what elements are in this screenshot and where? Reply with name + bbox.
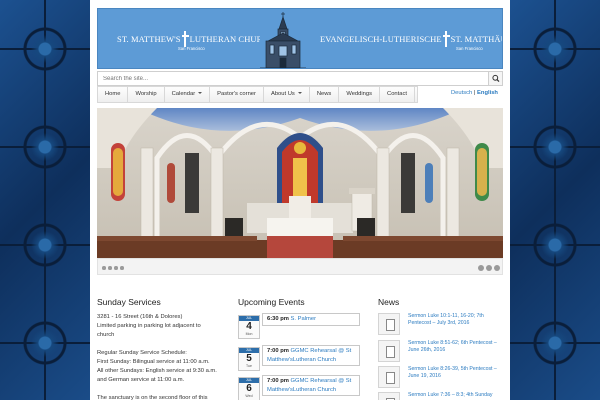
- slider-dot-1[interactable]: [102, 266, 106, 270]
- nav-item-label: Worship: [135, 91, 157, 97]
- news-title-link[interactable]: Sermon Luke 10:1-11, 16-20; 7th Pentecos…: [408, 313, 504, 327]
- news-heading: News: [378, 297, 400, 307]
- news-title-link[interactable]: Sermon Luke 7:36 – 8:3; 4th Sunday: [408, 392, 504, 399]
- main-nav: Home Worship Calendar Pastor's corner About …: [97, 86, 418, 103]
- lang-separator: |: [473, 90, 476, 96]
- document-icon: [378, 340, 400, 362]
- slider-dot-3[interactable]: [114, 266, 118, 270]
- slider-dot-2[interactable]: [108, 266, 112, 270]
- sunday-services-line: 3281 - 16 Street (16th & Dolores): [97, 314, 183, 320]
- site-banner[interactable]: ST. MATTHEW'S LUTHERAN CHURCH San Francis…: [97, 8, 503, 69]
- nav-item-label: Calendar: [171, 91, 196, 97]
- nav-item-home[interactable]: Home: [98, 87, 129, 102]
- church-interior-photo: [97, 108, 503, 258]
- event-weekday: Tue: [246, 364, 252, 368]
- nav-item-worship[interactable]: Worship: [128, 87, 165, 102]
- sunday-services-line: First Sunday: Bilingual service at 11:00…: [97, 359, 210, 365]
- sunday-services-line: Limited parking in parking lot adjacent …: [97, 323, 201, 329]
- sunday-services-line: [97, 385, 231, 394]
- nav-item-calendar[interactable]: Calendar: [165, 87, 211, 102]
- lang-deutsch-link[interactable]: Deutsch: [451, 90, 472, 96]
- event-item[interactable]: JUL 6 Wed 7:00 pm GGMC Rehearsal @ St Matth…: [238, 375, 360, 400]
- event-date-badge: JUL 6 Wed: [238, 377, 260, 400]
- banner-left-title-a: ST. MATTHEW'S: [117, 34, 181, 44]
- slider-controls: [97, 258, 503, 275]
- nav-item-label: News: [316, 91, 332, 97]
- caret-down-icon: [297, 92, 302, 94]
- sunday-services-line: and German service at 11:00 a.m.: [97, 377, 185, 383]
- nav-item-about-us[interactable]: About Us: [264, 87, 310, 102]
- nav-item-pastor-s-corner[interactable]: Pastor's corner: [210, 87, 264, 102]
- search-input[interactable]: [98, 72, 488, 85]
- nav-item-label: Home: [105, 91, 121, 97]
- church-illustration: [260, 11, 306, 68]
- news-item[interactable]: Sermon Luke 8:26-39, 5th Pentecost – Jun…: [378, 366, 504, 392]
- sunday-services-line: Regular Sunday Service Schedule:: [97, 350, 187, 356]
- sunday-services-line: The sanctuary is on the second floor of …: [97, 395, 208, 400]
- sunday-services-heading: Sunday Services: [97, 297, 161, 307]
- document-icon: [378, 392, 400, 400]
- event-time: 7:00 pm: [267, 348, 289, 354]
- nav-item-weddings[interactable]: Weddings: [339, 87, 381, 102]
- cross-icon: [181, 31, 189, 47]
- event-item[interactable]: JUL 4 Mon 6:30 pm S. Palmer: [238, 313, 360, 339]
- nav-item-label: Pastor's corner: [217, 91, 256, 97]
- banner-right-title-b: ST. MATTHÄUS-KIRCHE: [450, 34, 503, 44]
- nav-item-label: Weddings: [346, 91, 373, 97]
- caret-down-icon: [198, 92, 203, 94]
- search-icon: [492, 74, 500, 83]
- search-button[interactable]: [488, 72, 502, 85]
- event-day: 6: [246, 383, 252, 394]
- slider-prev-button[interactable]: [478, 265, 484, 271]
- page-container: ST. MATTHEW'S LUTHERAN CHURCH San Francis…: [90, 0, 510, 400]
- cross-icon: [442, 31, 450, 47]
- event-item[interactable]: JUL 5 Tue 7:00 pm GGMC Rehearsal @ St Matth…: [238, 345, 360, 371]
- event-time: 7:00 pm: [267, 378, 289, 384]
- nav-item-contact[interactable]: Contact: [380, 87, 415, 102]
- language-switcher: Deutsch | English: [451, 90, 498, 96]
- hero-slider-image[interactable]: [97, 108, 503, 258]
- upcoming-events-heading: Upcoming Events: [238, 297, 305, 307]
- banner-right-subtitle: San Francisco: [456, 46, 483, 51]
- event-details[interactable]: 6:30 pm S. Palmer: [262, 313, 360, 326]
- sunday-services-text: 3281 - 16 Street (16th & Dolores) Limited…: [97, 313, 231, 400]
- nav-item-news[interactable]: News: [310, 87, 340, 102]
- event-weekday: Wed: [245, 394, 253, 398]
- event-day: 4: [246, 321, 252, 332]
- nav-item-label: Contact: [387, 91, 407, 97]
- event-weekday: Mon: [245, 332, 253, 336]
- news-item[interactable]: Sermon Luke 7:36 – 8:3; 4th Sunday: [378, 392, 504, 400]
- banner-title-english: ST. MATTHEW'S LUTHERAN CHURCH: [117, 31, 274, 47]
- document-icon: [378, 313, 400, 335]
- event-date-badge: JUL 4 Mon: [238, 315, 260, 339]
- stained-glass-background-left: [0, 0, 90, 400]
- event-title-link[interactable]: S. Palmer: [291, 316, 316, 322]
- news-title-link[interactable]: Sermon Luke 8:51-62; 6th Pentecost – Jun…: [408, 340, 504, 354]
- slider-pause-button[interactable]: [486, 265, 492, 271]
- banner-title-german: EVANGELISCH-LUTHERISCHE ST. MATTHÄUS-KIRC…: [320, 31, 503, 47]
- event-day: 5: [246, 353, 252, 364]
- lang-english-link[interactable]: English: [477, 90, 498, 96]
- slider-next-button[interactable]: [494, 265, 500, 271]
- stained-glass-background-right: [510, 0, 600, 400]
- news-title-link[interactable]: Sermon Luke 8:26-39, 5th Pentecost – Jun…: [408, 366, 504, 380]
- banner-left-subtitle: San Francisco: [178, 46, 205, 51]
- sunday-services-line: All other Sundays: English service at 9:…: [97, 368, 217, 374]
- event-details[interactable]: 7:00 pm GGMC Rehearsal @ St Matthew'sLut…: [262, 375, 360, 396]
- search-bar: [97, 71, 503, 86]
- document-icon: [378, 366, 400, 388]
- sunday-services-line: church: [97, 332, 115, 338]
- nav-item-label: About Us: [270, 91, 295, 97]
- event-details[interactable]: 7:00 pm GGMC Rehearsal @ St Matthew'sLut…: [262, 345, 360, 366]
- slider-dot-4[interactable]: [120, 266, 124, 270]
- event-date-badge: JUL 5 Tue: [238, 347, 260, 371]
- event-time: 6:30 pm: [267, 316, 289, 322]
- news-item[interactable]: Sermon Luke 8:51-62; 6th Pentecost – Jun…: [378, 340, 504, 366]
- sunday-services-line: [97, 340, 231, 349]
- banner-right-title-a: EVANGELISCH-LUTHERISCHE: [320, 34, 442, 44]
- news-item[interactable]: Sermon Luke 10:1-11, 16-20; 7th Pentecos…: [378, 313, 504, 339]
